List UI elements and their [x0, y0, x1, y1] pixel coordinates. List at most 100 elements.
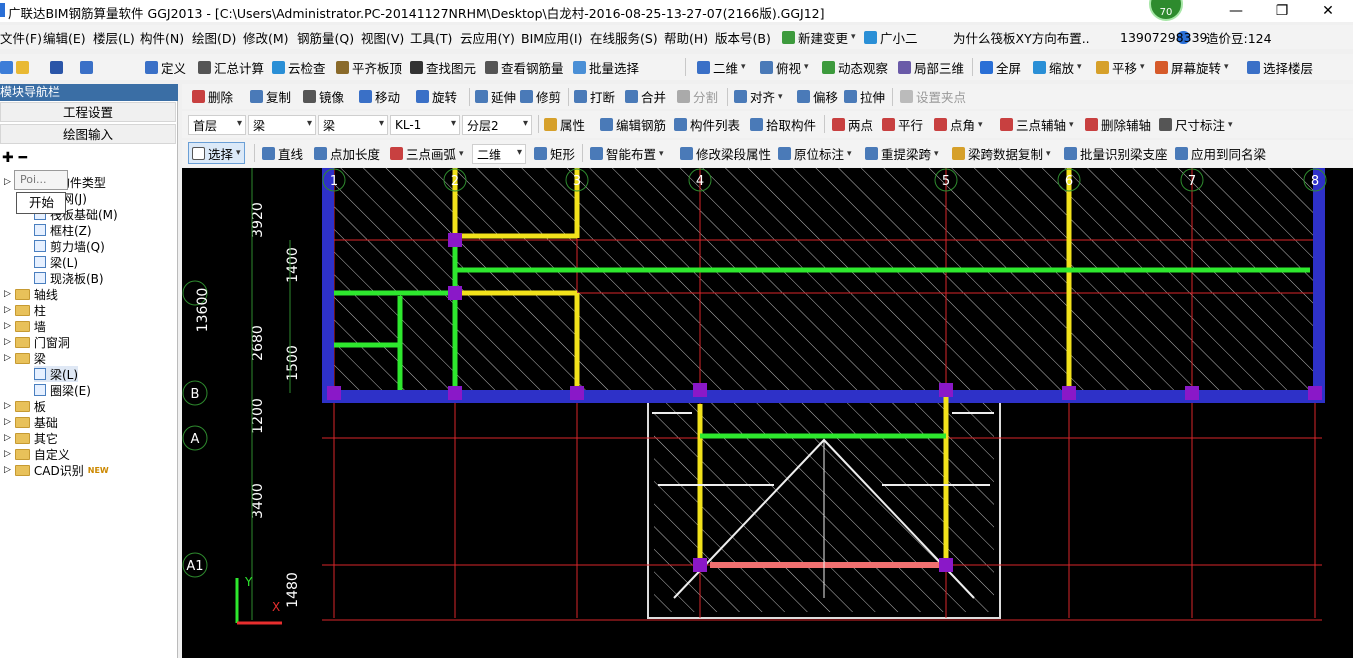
apply-same-name-button[interactable]: 应用到同名梁: [1175, 140, 1266, 167]
floor-select[interactable]: 首层: [188, 115, 246, 135]
modify-span-button[interactable]: 修改梁段属性: [680, 140, 771, 167]
dropdown-arrow-icon[interactable]: ▾: [1077, 62, 1082, 72]
view-2d-button[interactable]: 二维 ▾: [697, 54, 746, 80]
menu-item-7[interactable]: 视图(V): [361, 25, 404, 49]
tree-item[interactable]: 剪力墙(Q): [34, 238, 105, 254]
tree-item[interactable]: ▷ 轴线: [4, 286, 58, 302]
dropdown-arrow-icon[interactable]: ▾: [236, 148, 241, 158]
expand-all-icon[interactable]: ✚ ━: [2, 150, 27, 166]
menu-item-13[interactable]: 版本号(B): [715, 25, 771, 49]
expand-toggle-icon[interactable]: ▷: [4, 289, 11, 299]
dropdown-arrow-icon[interactable]: ▾: [1046, 149, 1051, 159]
expand-toggle-icon[interactable]: ▷: [4, 465, 11, 475]
delete-aux-button[interactable]: 删除辅轴: [1085, 111, 1151, 138]
dropdown-arrow-icon[interactable]: ▾: [1140, 62, 1145, 72]
pick-component-button[interactable]: 拾取构件: [750, 111, 816, 138]
edit-rebar-button[interactable]: 编辑钢筋: [600, 111, 666, 138]
define-button[interactable]: 定义: [145, 54, 186, 80]
merge-button[interactable]: 合并: [625, 84, 666, 109]
project-settings-button[interactable]: 工程设置: [0, 102, 176, 122]
layer-select[interactable]: 分层2: [462, 115, 532, 135]
menu-item-0[interactable]: 文件(F): [0, 25, 42, 49]
dropdown-arrow-icon[interactable]: ▾: [1224, 62, 1229, 72]
tree-item[interactable]: ▷ 墙: [4, 318, 46, 334]
minimize-button[interactable]: —: [1213, 0, 1259, 22]
expand-toggle-icon[interactable]: ▷: [4, 401, 11, 411]
dropdown-arrow-icon[interactable]: ▾: [847, 149, 852, 159]
start-button[interactable]: 开始: [16, 192, 66, 214]
three-point-arc-button[interactable]: 三点画弧 ▾: [390, 140, 464, 167]
assistant-button[interactable]: 广小二: [864, 25, 918, 49]
fullscreen-button[interactable]: 全屏: [980, 54, 1021, 80]
screen-rotate-button[interactable]: 屏幕旋转 ▾: [1155, 54, 1229, 80]
undo-icon[interactable]: [80, 54, 93, 80]
menu-item-6[interactable]: 钢筋量(Q): [297, 25, 354, 49]
new-change-button[interactable]: 新建变更 ▾: [782, 25, 856, 49]
cloud-check-button[interactable]: 云检查: [272, 54, 326, 80]
move-button[interactable]: 移动: [359, 84, 400, 109]
trim-button[interactable]: 修剪: [520, 84, 561, 109]
expand-toggle-icon[interactable]: ▷: [4, 321, 11, 331]
menu-item-1[interactable]: 编辑(E): [43, 25, 86, 49]
menu-item-8[interactable]: 工具(T): [410, 25, 452, 49]
dropdown-arrow-icon[interactable]: ▾: [851, 32, 856, 42]
tree-item[interactable]: 梁(L): [34, 254, 78, 270]
find-button[interactable]: 查找图元: [410, 54, 476, 80]
arc-mode-select[interactable]: 二维: [472, 144, 526, 164]
menu-item-12[interactable]: 帮助(H): [664, 25, 708, 49]
menu-item-3[interactable]: 构件(N): [140, 25, 184, 49]
close-button[interactable]: ✕: [1305, 0, 1351, 22]
save-icon[interactable]: [50, 54, 63, 80]
respan-button[interactable]: 重提梁跨 ▾: [865, 140, 939, 167]
rectangle-button[interactable]: 矩形: [534, 140, 575, 167]
tree-item[interactable]: 梁(L): [34, 366, 79, 382]
line-button[interactable]: 直线: [262, 140, 303, 167]
dynamic-view-button[interactable]: 动态观察: [822, 54, 888, 80]
dropdown-arrow-icon[interactable]: ▾: [778, 92, 783, 102]
dropdown-arrow-icon[interactable]: ▾: [1228, 120, 1233, 130]
menu-item-2[interactable]: 楼层(L): [93, 25, 135, 49]
tree-item[interactable]: ▷ 自定义: [4, 446, 70, 462]
point-length-button[interactable]: 点加长度: [314, 140, 380, 167]
batch-support-button[interactable]: 批量识别梁支座: [1064, 140, 1168, 167]
sum-button[interactable]: 汇总计算: [198, 54, 264, 80]
dropdown-arrow-icon[interactable]: ▾: [741, 62, 746, 72]
element-select[interactable]: KL-1: [390, 115, 460, 135]
batch-select-button[interactable]: 批量选择: [573, 54, 639, 80]
tree-item[interactable]: 圈梁(E): [34, 382, 91, 398]
offset-button[interactable]: 偏移: [797, 84, 838, 109]
menu-item-4[interactable]: 绘图(D): [192, 25, 236, 49]
menu-item-10[interactable]: BIM应用(I): [521, 25, 583, 49]
dropdown-arrow-icon[interactable]: ▾: [1069, 120, 1074, 130]
point-angle-button[interactable]: 点角 ▾: [934, 111, 983, 138]
smart-layout-button[interactable]: 智能布置 ▾: [590, 140, 664, 167]
pan-button[interactable]: 平移 ▾: [1096, 54, 1145, 80]
tree-item[interactable]: ▷ CAD识别 NEW: [4, 462, 109, 478]
tree-item[interactable]: ▷ 其它: [4, 430, 58, 446]
points-badge[interactable]: 70: [1149, 0, 1183, 21]
split-button[interactable]: 分割: [677, 84, 718, 109]
align-button[interactable]: 对齐 ▾: [734, 84, 783, 109]
maximize-button[interactable]: ❐: [1259, 0, 1305, 22]
component-subtype-select[interactable]: 梁: [318, 115, 388, 135]
select-floor-button[interactable]: 选择楼层: [1247, 54, 1313, 80]
break-button[interactable]: 打断: [574, 84, 615, 109]
phone-link[interactable]: 13907298339: [1120, 25, 1207, 49]
properties-button[interactable]: 属性: [544, 111, 585, 138]
set-grip-button[interactable]: 设置夹点: [900, 84, 966, 109]
expand-toggle-icon[interactable]: ▷: [4, 433, 11, 443]
three-point-aux-button[interactable]: 三点辅轴 ▾: [1000, 111, 1074, 138]
expand-toggle-icon[interactable]: ▷: [4, 417, 11, 427]
menu-item-5[interactable]: 修改(M): [243, 25, 289, 49]
dropdown-arrow-icon[interactable]: ▾: [659, 149, 664, 159]
tree-item[interactable]: ▷ 门窗洞: [4, 334, 70, 350]
expand-toggle-icon[interactable]: ▷: [4, 449, 11, 459]
local-3d-button[interactable]: 局部三维: [898, 54, 964, 80]
expand-toggle-icon[interactable]: ▷: [4, 337, 11, 347]
promo-link[interactable]: 为什么筏板XY方向布置..: [953, 25, 1090, 49]
tree-item[interactable]: 现浇板(B): [34, 270, 104, 286]
flat-top-button[interactable]: 平齐板顶: [336, 54, 402, 80]
zoom-button[interactable]: 缩放 ▾: [1033, 54, 1082, 80]
dropdown-arrow-icon[interactable]: ▾: [459, 149, 464, 159]
component-type-select[interactable]: 梁: [248, 115, 316, 135]
